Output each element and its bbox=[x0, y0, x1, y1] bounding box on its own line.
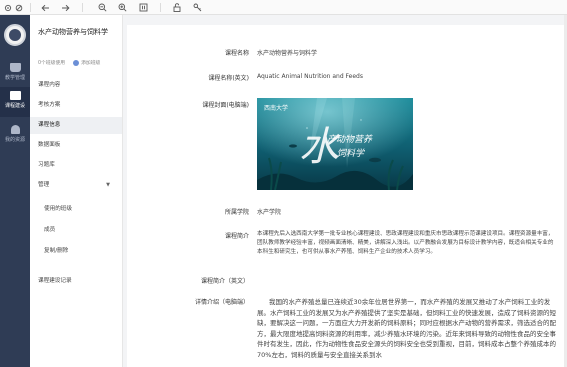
menu-course-info[interactable]: 课程信息 bbox=[30, 117, 122, 134]
menu-build-records[interactable]: 课程建设记录 bbox=[30, 273, 122, 290]
fit-page-icon[interactable] bbox=[136, 0, 150, 15]
nav-item-label: 教学管理 bbox=[4, 75, 25, 81]
back-arrow-icon[interactable] bbox=[38, 0, 52, 15]
detail-intro-label: 详情介绍（电脑端） bbox=[194, 299, 249, 306]
course-meta: 0个班级使用 添加班级 bbox=[38, 59, 100, 66]
course-intro-en-label: 课程简介（英文） bbox=[200, 278, 249, 285]
chevron-down-icon: ▼ bbox=[106, 182, 110, 188]
course-building-icon bbox=[9, 91, 21, 100]
main-nav: 教学管理 课程建设 我的资源 bbox=[0, 15, 30, 367]
link-icon[interactable] bbox=[12, 0, 26, 15]
college-value: 水产学院 bbox=[257, 209, 282, 216]
unlock-icon[interactable] bbox=[170, 0, 184, 15]
course-title: 水产动物营养与饲料学 bbox=[38, 28, 108, 36]
menu-members[interactable]: 成员 bbox=[30, 222, 122, 239]
detail-intro-value: 我国的水产养殖总量已连续近30余年位居世界第一，而水产养殖的发展又推动了水产饲料… bbox=[257, 298, 556, 359]
menu-assessment[interactable]: 考核方案 bbox=[30, 97, 122, 114]
cover-school-name: 西南大学 bbox=[264, 104, 288, 112]
forward-arrow-icon[interactable] bbox=[58, 0, 72, 15]
add-class-link[interactable]: 添加班级 bbox=[81, 61, 100, 66]
top-toolbar bbox=[0, 0, 567, 15]
menu-question-bank[interactable]: 习题库 bbox=[30, 157, 122, 174]
key-icon[interactable] bbox=[190, 0, 204, 15]
add-class-icon[interactable] bbox=[72, 59, 79, 66]
my-resources-icon bbox=[10, 125, 20, 134]
nav-item-course-building[interactable]: 课程建设 bbox=[0, 87, 30, 117]
menu-copy-delete[interactable]: 复制/删除 bbox=[30, 243, 122, 260]
course-cover-image[interactable]: 西南大学 水 产动物营养 饲料学 bbox=[257, 98, 413, 190]
cover-title-line-1: 产动物营养 bbox=[327, 134, 373, 145]
menu-course-content[interactable]: 课程内容 bbox=[30, 77, 122, 94]
course-sidebar: 水产动物营养与饲料学 0个班级使用 添加班级 课程内容 考核方案 课程信息 数据… bbox=[30, 15, 123, 367]
nav-item-my-resources[interactable]: 我的资源 bbox=[0, 121, 30, 151]
course-name-label: 课程名称 bbox=[224, 50, 249, 57]
course-name-en-label: 课程名称(英文) bbox=[208, 75, 249, 82]
cover-title-line-2: 饲料学 bbox=[337, 148, 365, 159]
course-name-en-value: Aquatic Animal Nutrition and Feeds bbox=[257, 73, 363, 80]
school-logo-icon bbox=[4, 24, 26, 46]
course-intro-value: 本课程先后入选西南大学第一批专业核心课程建设、思政课程建设和重庆市思政课程示范课… bbox=[257, 231, 554, 255]
course-info-panel: 课程名称 水产动物营养与饲料学 课程名称(英文) Aquatic Animal … bbox=[127, 25, 564, 367]
classes-used-count: 0个班级使用 bbox=[38, 61, 66, 66]
course-intro-label: 课程简介 bbox=[224, 233, 249, 240]
menu-management-label: 管理 bbox=[38, 182, 50, 188]
menu-used-classes[interactable]: 使用的班级 bbox=[30, 201, 122, 218]
underwater-cover-illustration: 西南大学 水 产动物营养 饲料学 bbox=[257, 98, 413, 190]
cover-title-big: 水 bbox=[299, 124, 341, 170]
teaching-management-icon bbox=[9, 63, 21, 72]
nav-item-label: 课程建设 bbox=[4, 103, 25, 109]
nav-item-teaching-management[interactable]: 教学管理 bbox=[0, 59, 30, 89]
course-cover-label: 课程封面(电脑端) bbox=[202, 102, 249, 109]
zoom-in-icon[interactable] bbox=[115, 0, 129, 15]
course-name-value: 水产动物营养与饲料学 bbox=[257, 50, 318, 57]
menu-management[interactable]: 管理 ▼ bbox=[30, 177, 122, 194]
college-label: 所属学院 bbox=[224, 209, 249, 216]
menu-data-panel[interactable]: 数据面板 bbox=[30, 137, 122, 154]
zoom-out-icon[interactable] bbox=[95, 0, 109, 15]
nav-item-label: 我的资源 bbox=[4, 137, 25, 143]
